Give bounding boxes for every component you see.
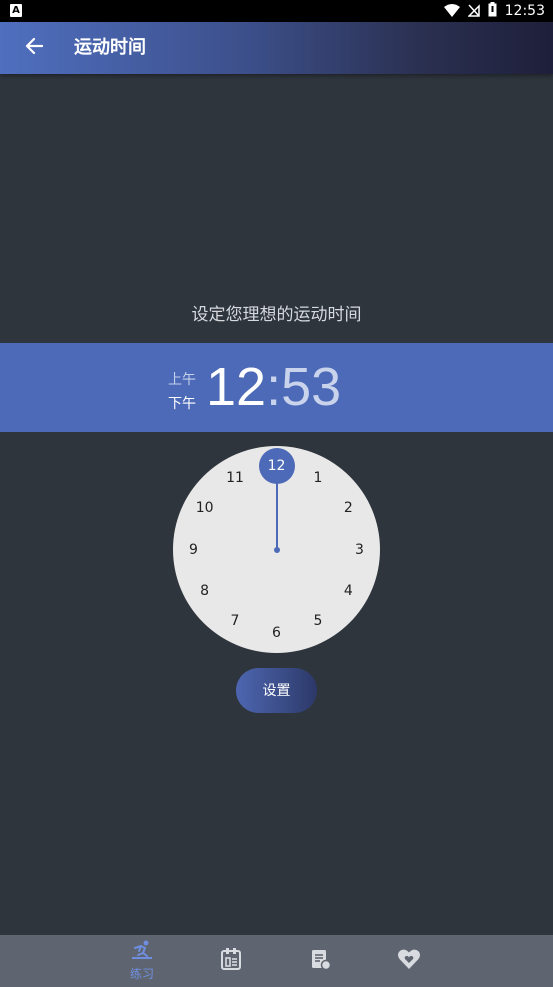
prompt-text: 设定您理想的运动时间 (191, 305, 362, 325)
heart-icon (397, 948, 421, 974)
nav-label-exercise: 练习 (129, 967, 154, 981)
time-display: 上午 下午 12:53 (0, 343, 553, 432)
app-bar: 运动时间 (0, 22, 553, 74)
clock-number[interactable]: 2 (334, 498, 362, 518)
minute-value[interactable]: 53 (281, 357, 341, 417)
arrow-left-icon (25, 37, 44, 59)
notification-a-icon: A (10, 4, 22, 17)
pm-option[interactable]: 下午 (168, 392, 200, 416)
clock-number[interactable]: 9 (180, 540, 208, 560)
status-bar: A 12:53 (0, 0, 553, 22)
nav-item-exercise[interactable]: 练习 (120, 935, 164, 987)
set-button[interactable]: 设置 (236, 668, 317, 713)
clock-number[interactable]: 11 (221, 468, 249, 488)
nav-item-calendar[interactable] (209, 935, 253, 987)
wifi-icon (443, 2, 460, 21)
clock-number[interactable]: 4 (334, 581, 362, 601)
calendar-icon (219, 947, 243, 975)
clock-center-dot (273, 546, 280, 553)
clock-selected-number[interactable]: 12 (258, 448, 295, 484)
bottom-nav: 练习 (0, 935, 553, 987)
clock-number[interactable]: 10 (191, 498, 219, 518)
screen: A 12:53 运动时间 设定您理想的运动时间 上午 下午 12:53 12 1… (0, 0, 553, 987)
nav-item-report[interactable] (298, 935, 342, 987)
battery-icon (488, 1, 497, 21)
clock-number[interactable]: 1 (304, 468, 332, 488)
page-title: 运动时间 (74, 37, 146, 58)
clock-dial[interactable]: 12 1 2 3 4 5 6 7 8 9 10 11 (173, 446, 380, 653)
clock-number[interactable]: 7 (221, 611, 249, 631)
am-option[interactable]: 上午 (168, 368, 200, 392)
report-icon (308, 947, 332, 975)
clock-number[interactable]: 3 (346, 540, 374, 560)
status-icons: 12:53 (443, 0, 545, 22)
hour-value[interactable]: 12 (206, 357, 266, 417)
am-pm-selector: 上午 下午 (168, 368, 200, 416)
clock-number[interactable]: 5 (304, 611, 332, 631)
no-signal-icon (466, 2, 480, 21)
clock-number[interactable]: 8 (191, 581, 219, 601)
time-value: 12:53 (206, 355, 341, 419)
clock-number[interactable]: 6 (263, 623, 291, 643)
nav-item-health[interactable] (387, 935, 431, 987)
status-time: 12:53 (504, 3, 545, 19)
exercise-icon (130, 940, 154, 964)
back-button[interactable] (18, 32, 50, 64)
time-separator: : (266, 357, 282, 417)
